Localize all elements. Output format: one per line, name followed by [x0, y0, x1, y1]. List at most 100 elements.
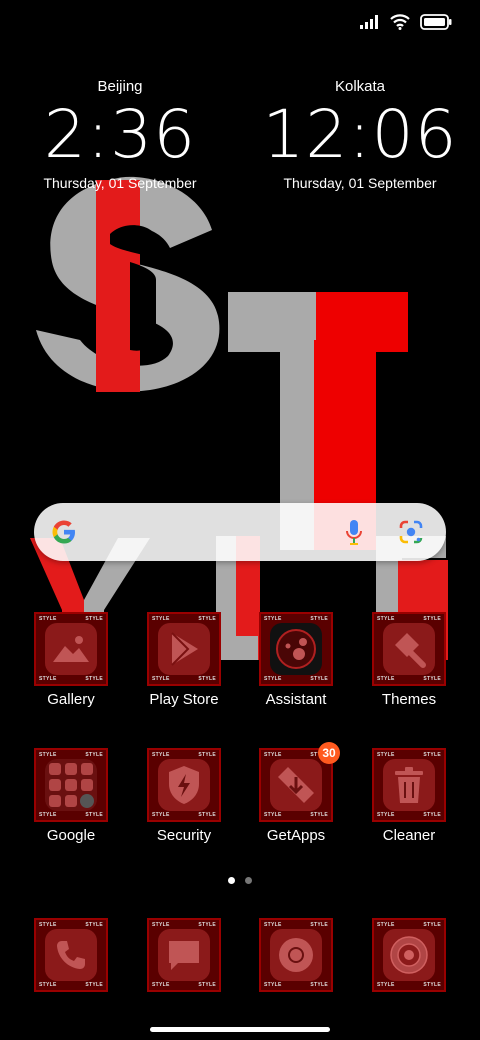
tile-text: STYLE	[423, 676, 441, 682]
clock-date: Thursday, 01 September	[43, 175, 197, 191]
app-gallery[interactable]: STYLE STYLE STYLE STYLE Gallery	[15, 612, 127, 722]
page-dot-active	[228, 877, 235, 884]
tile-text: STYLE	[39, 982, 57, 988]
microphone-icon[interactable]	[344, 518, 364, 546]
tile-text: STYLE	[264, 982, 282, 988]
tile-text: STYLE	[198, 812, 216, 818]
tile-text: STYLE	[152, 616, 170, 622]
app-label: Security	[156, 827, 212, 844]
app-assistant[interactable]: STYLE STYLE STYLE STYLE Assistant	[240, 612, 352, 722]
app-label: Google	[46, 827, 96, 844]
battery-icon	[420, 14, 452, 30]
tile-text: STYLE	[377, 752, 395, 758]
wallpaper-letter-s	[36, 176, 220, 392]
tile-text: STYLE	[423, 922, 441, 928]
app-cleaner[interactable]: STYLE STYLE STYLE STYLE Cleaner	[353, 748, 465, 858]
tile-text: STYLE	[198, 752, 216, 758]
tile-text: STYLE	[377, 676, 395, 682]
tile-text: STYLE	[423, 982, 441, 988]
app-tile: STYLE STYLE STYLE STYLE	[372, 748, 446, 822]
getapps-icon	[278, 767, 314, 803]
app-tile: STYLE STYLE STYLE STYLE	[34, 748, 108, 822]
camera-icon	[390, 936, 428, 974]
tile-text: STYLE	[152, 982, 170, 988]
app-label: Cleaner	[382, 827, 436, 844]
google-g-icon	[52, 520, 75, 544]
app-tile: STYLE STYLE STYLE STYLE	[34, 918, 108, 992]
tile-text: STYLE	[377, 982, 395, 988]
tile-text: STYLE	[85, 616, 103, 622]
tile-text: STYLE	[264, 616, 282, 622]
tile-text: STYLE	[264, 676, 282, 682]
signal-icon	[360, 15, 378, 29]
tile-text: STYLE	[310, 616, 328, 622]
tile-text: STYLE	[310, 982, 328, 988]
tile-text: STYLE	[152, 812, 170, 818]
tile-text: STYLE	[152, 752, 170, 758]
app-label: Gallery	[47, 691, 95, 708]
tile-text: STYLE	[39, 812, 57, 818]
themes-icon	[395, 633, 426, 668]
wifi-icon	[390, 14, 410, 30]
tile-text: STYLE	[198, 616, 216, 622]
tile-text: STYLE	[423, 616, 441, 622]
app-security[interactable]: STYLE STYLE STYLE STYLE Security	[128, 748, 240, 858]
status-bar	[360, 14, 452, 30]
google-search-bar[interactable]	[34, 503, 446, 561]
clock-date: Thursday, 01 September	[283, 175, 437, 191]
tile-text: STYLE	[39, 616, 57, 622]
dock-messages[interactable]: STYLE STYLE STYLE STYLE	[128, 918, 240, 994]
cleaner-icon	[395, 767, 423, 803]
app-tile: STYLE STYLE STYLE STYLE	[372, 918, 446, 992]
tile-text: STYLE	[310, 676, 328, 682]
app-tile: STYLE STYLE STYLE STYLE	[259, 612, 333, 686]
tile-text: STYLE	[152, 676, 170, 682]
tile-text: STYLE	[85, 812, 103, 818]
page-dot	[245, 877, 252, 884]
phone-icon	[57, 941, 85, 969]
tile-text: STYLE	[85, 752, 103, 758]
tile-text: STYLE	[152, 922, 170, 928]
tile-text: STYLE	[39, 676, 57, 682]
assistant-icon	[276, 629, 316, 669]
app-tile: STYLE STYLE STYLE STYLE	[147, 748, 221, 822]
dock-camera[interactable]: STYLE STYLE STYLE STYLE	[353, 918, 465, 994]
tile-text: STYLE	[377, 922, 395, 928]
clock-widget-beijing[interactable]: Beijing 2:36 Thursday, 01 September	[20, 78, 220, 191]
tile-text: STYLE	[264, 752, 282, 758]
tile-text: STYLE	[310, 812, 328, 818]
tile-text: STYLE	[85, 676, 103, 682]
app-getapps[interactable]: STYLE STYLE STYLE STYLE 30 GetApps	[240, 742, 352, 858]
app-label: Themes	[381, 691, 437, 708]
tile-text: STYLE	[377, 616, 395, 622]
tile-text: STYLE	[85, 982, 103, 988]
app-tile: STYLE STYLE STYLE STYLE	[34, 612, 108, 686]
dock-phone[interactable]: STYLE STYLE STYLE STYLE	[15, 918, 127, 994]
google-lens-icon[interactable]	[398, 519, 424, 545]
messages-icon	[169, 941, 199, 970]
tile-text: STYLE	[198, 922, 216, 928]
home-gesture-bar[interactable]	[150, 1027, 330, 1032]
tile-text: STYLE	[423, 752, 441, 758]
clock-city: Kolkata	[334, 78, 386, 95]
chrome-icon	[279, 938, 313, 972]
tile-text: STYLE	[39, 752, 57, 758]
clock-widget-kolkata[interactable]: Kolkata 12:06 Thursday, 01 September	[260, 78, 460, 191]
app-label: Assistant	[265, 691, 327, 708]
tile-text: STYLE	[85, 922, 103, 928]
clock-time: 12:06	[262, 96, 458, 173]
app-tile: STYLE STYLE STYLE STYLE	[147, 918, 221, 992]
clock-city: Beijing	[97, 78, 143, 95]
tile-text: STYLE	[198, 676, 216, 682]
app-themes[interactable]: STYLE STYLE STYLE STYLE Themes	[353, 612, 465, 722]
app-tile: STYLE STYLE STYLE STYLE	[147, 612, 221, 686]
tile-text: STYLE	[198, 982, 216, 988]
app-label: GetApps	[266, 827, 326, 844]
clock-time: 2:36	[43, 96, 197, 173]
app-play-store[interactable]: STYLE STYLE STYLE STYLE Play Store	[128, 612, 240, 722]
dock-chrome[interactable]: STYLE STYLE STYLE STYLE	[240, 918, 352, 994]
app-label: Play Store	[149, 691, 219, 708]
app-google-folder[interactable]: STYLE STYLE STYLE STYLE Google	[15, 748, 127, 858]
gallery-icon	[53, 636, 89, 662]
tile-text: STYLE	[377, 812, 395, 818]
